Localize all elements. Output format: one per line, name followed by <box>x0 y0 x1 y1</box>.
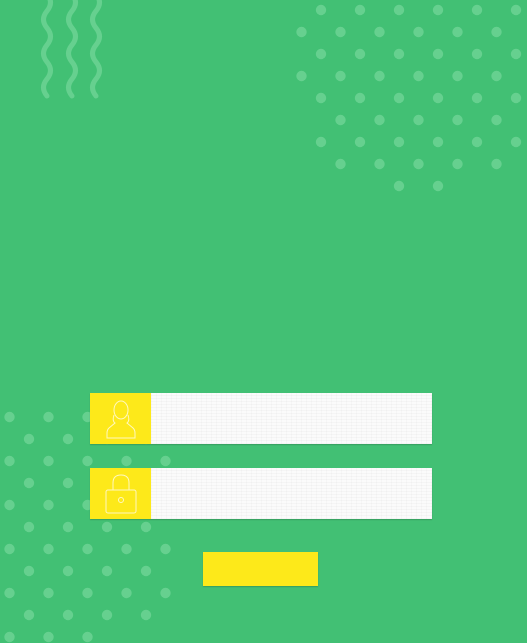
decor-dot <box>43 455 54 467</box>
decor-dot <box>354 48 366 60</box>
login-screen <box>0 0 527 643</box>
decor-dot <box>23 477 35 489</box>
decor-dot <box>140 521 152 533</box>
decor-dot <box>413 70 424 82</box>
lock-icon <box>104 473 138 515</box>
decor-dot <box>452 114 463 126</box>
decor-dot <box>432 92 444 104</box>
decor-dot <box>121 543 132 555</box>
decor-dot <box>43 499 54 511</box>
login-button[interactable] <box>203 552 318 586</box>
decor-dot <box>471 136 483 148</box>
decor-dot <box>510 92 522 104</box>
decor-dot <box>432 4 444 16</box>
decor-dot <box>413 114 424 126</box>
decor-dot <box>452 158 463 170</box>
decor-dot <box>160 455 171 467</box>
decor-dot <box>491 114 502 126</box>
decor-dot <box>160 543 171 555</box>
decor-dot <box>374 114 385 126</box>
decor-dot <box>43 631 54 643</box>
decor-dot <box>82 587 93 599</box>
decor-dot <box>374 158 385 170</box>
decor-dot <box>374 26 385 38</box>
decor-dot <box>432 48 444 60</box>
decor-dot <box>510 136 522 148</box>
decor-dot <box>43 587 54 599</box>
decor-dot <box>296 70 307 82</box>
decor-dot <box>315 4 327 16</box>
decor-dot <box>393 180 405 192</box>
background-fill <box>0 0 527 643</box>
decor-dot <box>23 433 35 445</box>
decor-dot <box>335 158 346 170</box>
decor-dot <box>43 411 54 423</box>
decor-dot <box>393 4 405 16</box>
decor-dot <box>335 70 346 82</box>
decor-dot <box>4 587 15 599</box>
decor-dot <box>354 136 366 148</box>
decor-dot <box>4 411 15 423</box>
decor-dot <box>432 180 444 192</box>
decor-dot <box>101 609 113 621</box>
decor-dot <box>315 136 327 148</box>
decor-dot <box>82 631 93 643</box>
decor-dot <box>335 114 346 126</box>
decor-dot <box>140 609 152 621</box>
decor-dot <box>4 499 15 511</box>
decor-dot <box>413 26 424 38</box>
decor-dot <box>413 158 424 170</box>
username-input[interactable] <box>151 393 432 444</box>
decor-dot <box>393 48 405 60</box>
decor-dot <box>432 136 444 148</box>
password-input[interactable] <box>151 468 432 519</box>
decor-dot <box>393 92 405 104</box>
decor-dot <box>510 48 522 60</box>
decor-dot <box>354 92 366 104</box>
username-icon-box <box>90 393 151 444</box>
decor-dot <box>23 565 35 577</box>
decor-dot <box>296 26 307 38</box>
decor-dot <box>354 4 366 16</box>
decor-dot <box>121 587 132 599</box>
decor-dot <box>393 136 405 148</box>
decor-dot <box>23 609 35 621</box>
decor-dot <box>121 455 132 467</box>
decor-dot <box>491 158 502 170</box>
decor-dot <box>43 543 54 555</box>
decor-dot <box>62 433 74 445</box>
username-field <box>90 393 432 444</box>
decor-dot <box>315 48 327 60</box>
decor-dot <box>4 631 15 643</box>
decor-dot <box>471 48 483 60</box>
decor-dot <box>62 609 74 621</box>
password-field <box>90 468 432 519</box>
decor-dot <box>374 70 385 82</box>
decor-dot <box>101 565 113 577</box>
decor-dot <box>160 587 171 599</box>
decor-dot <box>62 565 74 577</box>
decor-dot <box>82 455 93 467</box>
decor-dot <box>23 521 35 533</box>
background-decoration <box>0 0 527 643</box>
decor-dot <box>335 26 346 38</box>
decor-dot <box>471 4 483 16</box>
decor-dot <box>140 565 152 577</box>
user-icon <box>105 399 137 439</box>
decor-dot <box>4 455 15 467</box>
decor-dot <box>491 70 502 82</box>
decor-dot <box>62 521 74 533</box>
decor-dot <box>4 543 15 555</box>
decor-dot <box>452 26 463 38</box>
decor-dot <box>62 477 74 489</box>
password-icon-box <box>90 468 151 519</box>
decor-dot <box>491 26 502 38</box>
decor-dot <box>82 543 93 555</box>
decor-dot <box>471 92 483 104</box>
decor-dot <box>315 92 327 104</box>
decor-dot <box>101 521 113 533</box>
decor-dot <box>452 70 463 82</box>
decor-dot <box>510 4 522 16</box>
